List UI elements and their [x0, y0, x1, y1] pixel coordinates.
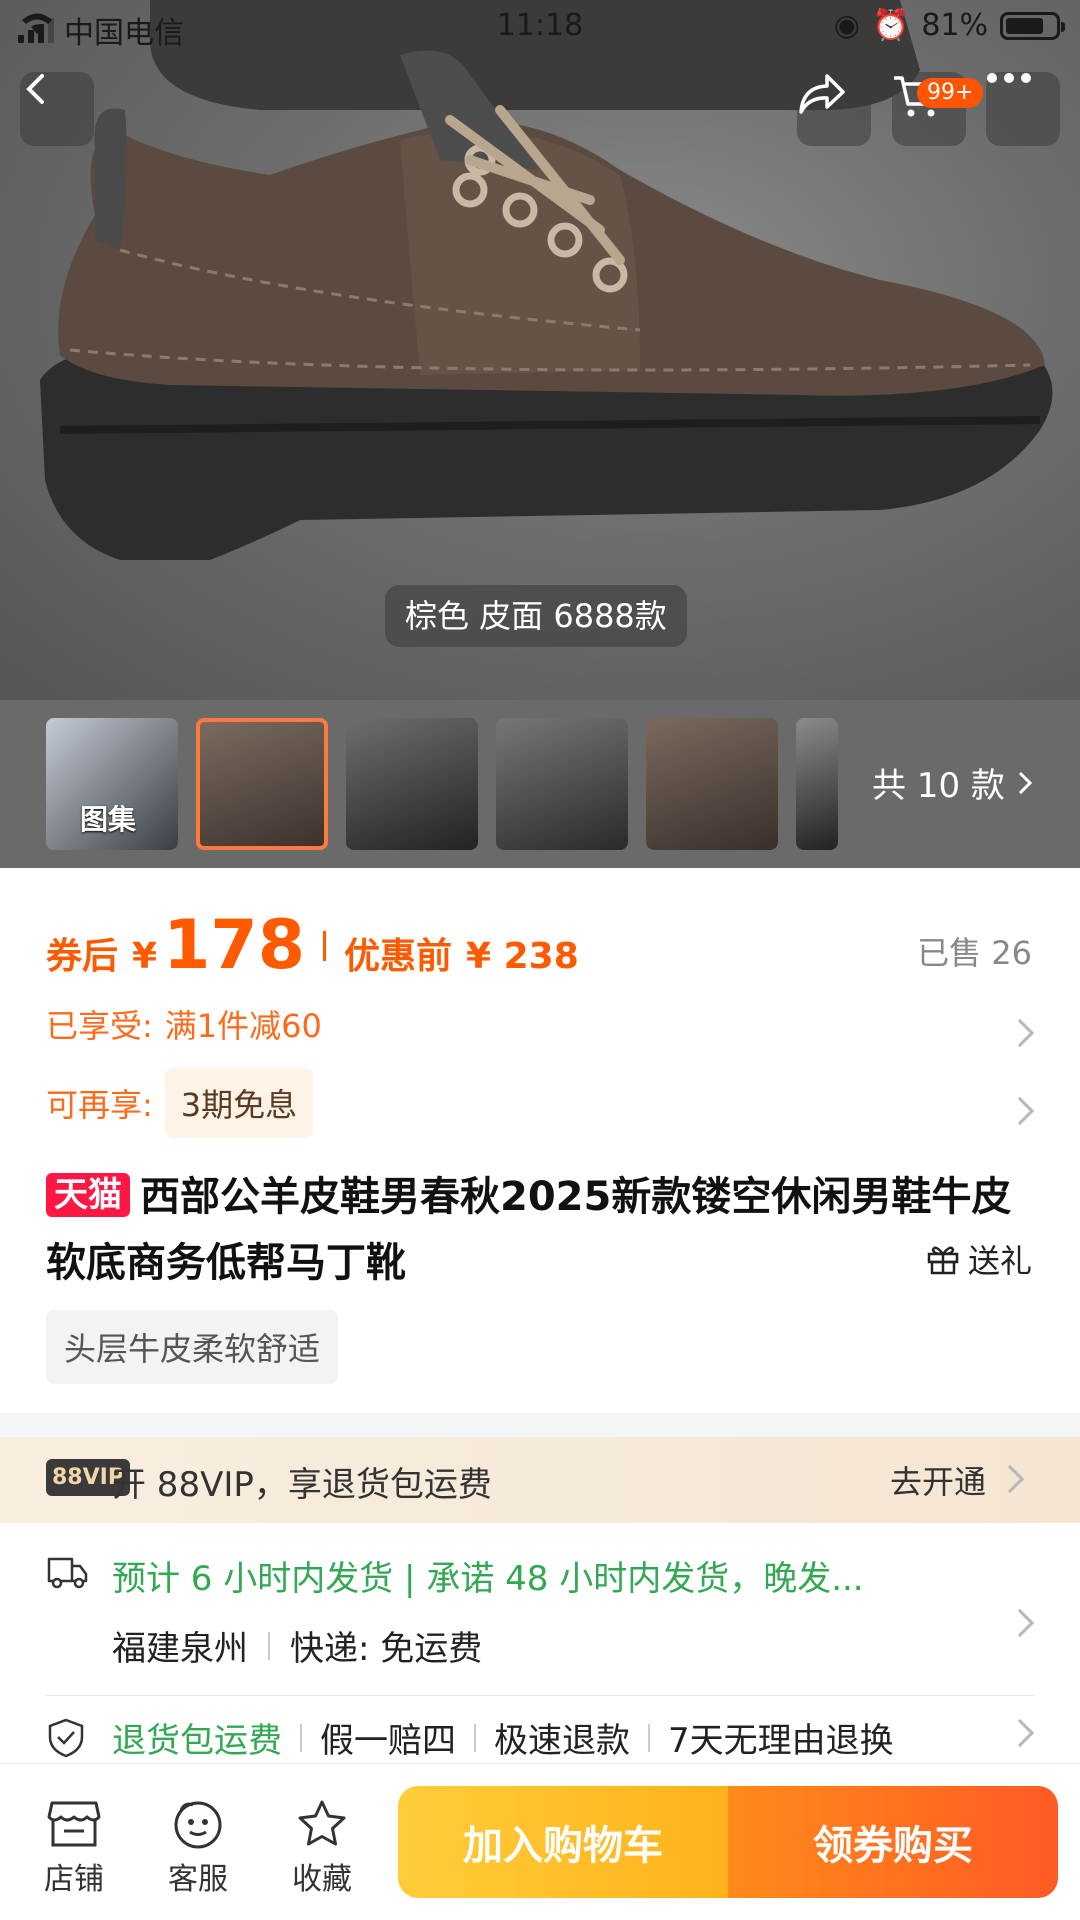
battery-percent: 81%: [921, 8, 988, 43]
divider: [474, 1723, 476, 1752]
product-title-text: 西部公羊皮鞋男春秋2025新款镂空休闲男鞋牛皮软底商务低帮马丁靴: [46, 1174, 1012, 1286]
thumbnail-selected[interactable]: [196, 718, 328, 850]
guarantee-item: 假一赔四: [320, 1721, 456, 1761]
product-title: 天猫 西部公羊皮鞋男春秋2025新款镂空休闲男鞋牛皮软底商务低帮马丁靴: [46, 1164, 1036, 1296]
thumbnail-item[interactable]: [646, 718, 778, 850]
ship-from: 福建泉州: [112, 1629, 248, 1669]
chevron-right-icon: [995, 1464, 1025, 1494]
tmall-badge: 天猫: [46, 1173, 130, 1217]
star-icon: [298, 1800, 346, 1846]
tab-store[interactable]: 店铺: [24, 1794, 124, 1898]
chevron-right-icon: [1005, 1608, 1035, 1638]
more-variants-link[interactable]: 共 10 款: [872, 758, 1033, 807]
tab-customer-service[interactable]: 客服: [148, 1794, 248, 1898]
add-to-cart-button[interactable]: 加入购物车: [398, 1786, 728, 1898]
row-divider: [46, 1695, 1034, 1696]
status-right: ◉ ⏰ 81%: [833, 8, 1065, 43]
currency-symbol: ¥: [132, 936, 158, 977]
tab-customer-service-label: 客服: [168, 1862, 228, 1897]
after-coupon-price: 178: [163, 906, 306, 985]
delivery-section[interactable]: 预计 6 小时内发货 | 承诺 48 小时内发货，晚发... 福建泉州 快递: …: [0, 1523, 1080, 1763]
shield-check-icon: [48, 1718, 84, 1758]
vip-text: 开 88VIP，享退货包运费: [112, 1465, 492, 1505]
after-coupon-label: 券后: [46, 936, 119, 977]
guarantee-item: 极速退款: [494, 1721, 630, 1761]
variant-caption: 棕色 皮面 6888款: [385, 585, 687, 647]
thumbnail-gallery[interactable]: 图集: [46, 718, 178, 850]
lock-rotation-icon: ◉: [833, 8, 860, 43]
gift-icon: [927, 1246, 959, 1275]
divider: [300, 1723, 302, 1752]
chevron-right-icon: [1005, 1718, 1035, 1748]
tab-favorite[interactable]: 收藏: [272, 1794, 372, 1898]
thumbnail-item[interactable]: [796, 718, 838, 850]
share-button[interactable]: [797, 72, 871, 146]
before-discount-label: 优惠前: [344, 936, 453, 977]
variant-thumbnail-strip[interactable]: 图集 共 10 款: [0, 700, 1080, 868]
guarantee-item: 退货包运费: [112, 1721, 282, 1761]
guarantee-item: 7天无理由退换: [668, 1721, 894, 1761]
section-divider: [0, 1413, 1080, 1437]
gift-button[interactable]: 送礼: [926, 1236, 1032, 1282]
more-button[interactable]: [986, 72, 1060, 146]
gift-label: 送礼: [967, 1242, 1032, 1280]
more-icon: [987, 73, 1031, 83]
product-image[interactable]: 中国电信 11:18 ◉ ⏰ 81% 99+ 棕色 皮面 6888款: [0, 0, 1080, 700]
alarm-icon: ⏰: [871, 8, 910, 43]
price-divider: [323, 930, 327, 961]
battery-icon: [1000, 11, 1065, 40]
share-icon: [799, 74, 845, 114]
divider: [268, 1631, 270, 1660]
tab-favorite-label: 收藏: [292, 1862, 352, 1897]
delivery-details: 福建泉州 快递: 免运费: [112, 1621, 482, 1670]
promo-row-available[interactable]: 可再享: 3期免息: [46, 1068, 314, 1138]
thumbnail-item[interactable]: [496, 718, 628, 850]
vip-banner[interactable]: 88VIP 开 88VIP，享退货包运费 去开通: [0, 1437, 1080, 1523]
truck-icon: [47, 1557, 88, 1589]
gallery-label: 图集: [80, 803, 137, 836]
chevron-right-icon[interactable]: [1005, 1018, 1035, 1048]
tab-store-label: 店铺: [44, 1862, 104, 1897]
back-button[interactable]: [20, 72, 94, 146]
before-discount-price: ¥ 238: [466, 936, 579, 977]
delivery-estimate: 预计 6 小时内发货 | 承诺 48 小时内发货，晚发...: [112, 1559, 864, 1599]
chevron-right-icon[interactable]: [1005, 1096, 1035, 1126]
vip-activate-link[interactable]: 去开通: [890, 1457, 986, 1503]
feature-tag: 头层牛皮柔软舒适: [46, 1310, 339, 1384]
store-icon: [47, 1801, 101, 1847]
promo-row-applied[interactable]: 已享受: 满1件减60: [46, 1001, 322, 1047]
chevron-right-icon: [1018, 771, 1033, 794]
divider: [648, 1723, 650, 1752]
price-row: 券后 ¥ 178 优惠前 ¥ 238: [46, 906, 579, 985]
promo-value: 满1件减60: [164, 1007, 322, 1045]
installment-chip: 3期免息: [164, 1068, 314, 1138]
sold-count: 已售 26: [917, 934, 1032, 972]
promo-key: 可再享:: [46, 1086, 153, 1124]
chevron-left-icon: [26, 74, 44, 104]
bottom-action-bar: 店铺 客服 收藏 加入购物车 领券购买: [0, 1763, 1080, 1920]
thumbnail-item[interactable]: [346, 718, 478, 850]
promo-key: 已享受:: [46, 1007, 153, 1045]
more-variants-label: 共 10 款: [872, 766, 1005, 806]
product-info: 券后 ¥ 178 优惠前 ¥ 238 已售 26 已享受: 满1件减60 可再享…: [0, 868, 1080, 1413]
shipping-fee: 快递: 免运费: [290, 1629, 483, 1669]
service-guarantees[interactable]: 退货包运费 假一赔四 极速退款 7天无理由退换: [112, 1713, 894, 1762]
customer-service-icon: [174, 1801, 222, 1849]
cart-badge: 99+: [917, 78, 984, 108]
buy-now-button[interactable]: 领券购买: [728, 1786, 1058, 1898]
status-bar: 中国电信 11:18 ◉ ⏰ 81%: [0, 0, 1080, 56]
